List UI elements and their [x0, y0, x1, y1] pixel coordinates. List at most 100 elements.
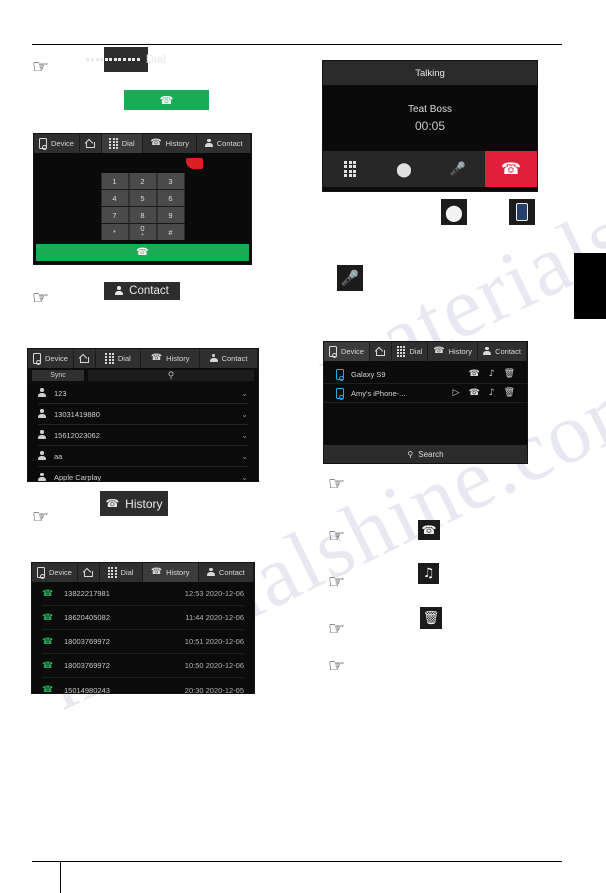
table-row[interactable]: ☎ 13822217981 12:53 2020-12-06	[42, 582, 244, 606]
list-item[interactable]: Galaxy S9 ☎ ♪ 🗑	[324, 365, 527, 384]
list-item[interactable]: aa ⌄	[38, 446, 248, 467]
dial-call-bar[interactable]: ☎	[36, 244, 249, 261]
talking-bluetooth-button[interactable]: ⬤	[377, 151, 431, 187]
trash-can-icon[interactable]: 🗑	[504, 369, 515, 379]
chevron-down-icon[interactable]: ⌄	[241, 389, 248, 398]
list-item[interactable]: 123 ⌄	[38, 383, 248, 404]
music-note-icon[interactable]: ♪	[489, 388, 495, 398]
history-number: 18003769972	[64, 661, 110, 670]
call-button-standalone[interactable]: ☎	[124, 90, 209, 110]
nav-tab-dial[interactable]: Dial	[96, 349, 142, 368]
nav-tab-dial[interactable]: Dial	[101, 134, 144, 153]
table-row[interactable]: ☎ 18003769972 10:50 2020-12-06	[42, 654, 244, 678]
list-item[interactable]: 13031419880 ⌄	[38, 404, 248, 425]
contact-screen-navbar: Device Dial ☎ History Contact	[28, 349, 258, 368]
dial-button-chip[interactable]: Dial	[86, 47, 166, 72]
person-icon	[38, 451, 46, 461]
nav-tab-contact[interactable]: Contact	[199, 563, 254, 582]
table-row[interactable]: ☎ 15014980243 20:30 2020-12-05	[42, 678, 244, 693]
outgoing-call-icon: ☎	[42, 660, 54, 671]
call-handset-icon[interactable]: ☎	[469, 388, 480, 398]
header-rule	[32, 44, 562, 45]
nav-tab-contact[interactable]: Contact	[478, 342, 527, 361]
nav-tab-dial[interactable]: Dial	[100, 563, 143, 582]
talking-mute-button[interactable]: 🎤	[431, 151, 485, 187]
chevron-down-icon[interactable]: ⌄	[241, 473, 248, 481]
music-note-icon[interactable]: ♪	[489, 369, 495, 379]
list-item[interactable]: Apple Carplay ⌄	[38, 467, 248, 482]
nav-tab-history[interactable]: ☎ History	[142, 563, 199, 582]
contact-button-chip[interactable]: Contact	[104, 282, 180, 300]
dial-screen[interactable]: Device Dial ☎ History Contact 1 2 3 4 5 …	[33, 133, 252, 265]
nav-tab-contact[interactable]: Contact	[200, 349, 258, 368]
nav-tab-contact[interactable]: Contact	[197, 134, 251, 153]
search-icon: ⚲	[167, 370, 175, 380]
bullet-hand-delete	[328, 622, 354, 636]
trash-can-icon[interactable]: 🗑	[504, 388, 515, 398]
nav-tab-device[interactable]: Device	[324, 342, 370, 361]
chevron-down-icon[interactable]: ⌄	[241, 431, 248, 440]
bullet-hand-dial	[32, 60, 58, 74]
nav-tab-history[interactable]: ☎ History	[141, 349, 201, 368]
bluetooth-icon: ⬤	[445, 202, 463, 222]
nav-tab-home[interactable]	[80, 134, 102, 153]
key-5[interactable]: 5	[129, 190, 156, 206]
phone-device-icon	[329, 346, 337, 358]
key-4[interactable]: 4	[101, 190, 128, 206]
nav-tab-device[interactable]: Device	[32, 563, 78, 582]
contact-name: Apple Carplay	[54, 473, 102, 482]
device-actions: ☎ ♪ 🗑	[469, 369, 515, 379]
talking-hangup-button[interactable]: ☎	[485, 151, 537, 187]
call-handset-icon: ☎	[421, 523, 437, 537]
call-handset-icon[interactable]: ☎	[469, 369, 480, 379]
call-icon-chip[interactable]: ☎	[418, 520, 440, 540]
play-icon[interactable]: ▷	[453, 388, 460, 398]
device-screen[interactable]: Device Dial ☎ History Contact Galaxy S9 …	[323, 341, 528, 464]
chevron-down-icon[interactable]: ⌄	[241, 452, 248, 461]
list-item[interactable]: 15612023062 ⌄	[38, 425, 248, 446]
nav-tab-history[interactable]: ☎ History	[143, 134, 198, 153]
dial-keypad[interactable]: 1 2 3 4 5 6 7 8 9 * 0 + #	[101, 173, 184, 240]
music-icon-chip[interactable]: ♫	[418, 563, 439, 584]
key-0[interactable]: 0 +	[129, 224, 156, 240]
key-2[interactable]: 2	[129, 173, 156, 189]
nav-tab-dial[interactable]: Dial	[392, 342, 429, 361]
table-row[interactable]: ☎ 18620405082 11:44 2020-12-06	[42, 606, 244, 630]
backspace-indicator[interactable]	[186, 158, 203, 169]
chevron-down-icon[interactable]: ⌄	[241, 410, 248, 419]
key-1[interactable]: 1	[101, 173, 128, 189]
dialpad-icon	[109, 137, 118, 150]
dialpad-icon	[105, 352, 114, 365]
talking-keypad-button[interactable]	[323, 151, 377, 187]
talking-screen[interactable]: Talking Teat Boss 00:05 ⬤ 🎤 ☎	[322, 60, 538, 192]
bluetooth-icon-chip[interactable]: ⬤	[441, 199, 467, 225]
contact-screen[interactable]: Device Dial ☎ History Contact Sync ⚲ 123…	[27, 348, 259, 482]
key-8[interactable]: 8	[129, 207, 156, 223]
mute-icon-chip[interactable]: 🎤	[337, 265, 363, 291]
nav-tab-history[interactable]: ☎ History	[428, 342, 479, 361]
sync-button[interactable]: Sync	[32, 370, 84, 381]
key-7[interactable]: 7	[101, 207, 128, 223]
key-star[interactable]: *	[101, 224, 128, 240]
contact-search-input[interactable]: ⚲	[88, 370, 254, 381]
key-3[interactable]: 3	[157, 173, 184, 189]
nav-tab-dial-label: Dial	[120, 568, 134, 577]
nav-tab-device[interactable]: Device	[28, 349, 74, 368]
key-hash[interactable]: #	[157, 224, 184, 240]
history-screen[interactable]: Device Dial ☎ History Contact ☎ 13822217…	[31, 562, 255, 694]
delete-icon-chip[interactable]: 🗑	[420, 607, 442, 629]
phone-device-icon-chip[interactable]	[509, 199, 535, 225]
nav-tab-home[interactable]	[74, 349, 96, 368]
device-name: Amy's iPhone-...	[351, 388, 406, 398]
device-search-button[interactable]: ⚲ Search	[324, 445, 527, 463]
history-button-chip[interactable]: ☎ History	[100, 491, 168, 516]
list-item[interactable]: Amy's iPhone-... ▷ ☎ ♪ 🗑	[324, 384, 527, 403]
nav-tab-home[interactable]	[78, 563, 100, 582]
trash-can-icon: 🗑	[422, 610, 440, 626]
key-9[interactable]: 9	[157, 207, 184, 223]
nav-tab-device[interactable]: Device	[34, 134, 80, 153]
nav-tab-home[interactable]	[370, 342, 392, 361]
table-row[interactable]: ☎ 18003769972 10:51 2020-12-06	[42, 630, 244, 654]
key-6[interactable]: 6	[157, 190, 184, 206]
dialpad-icon	[86, 58, 140, 61]
